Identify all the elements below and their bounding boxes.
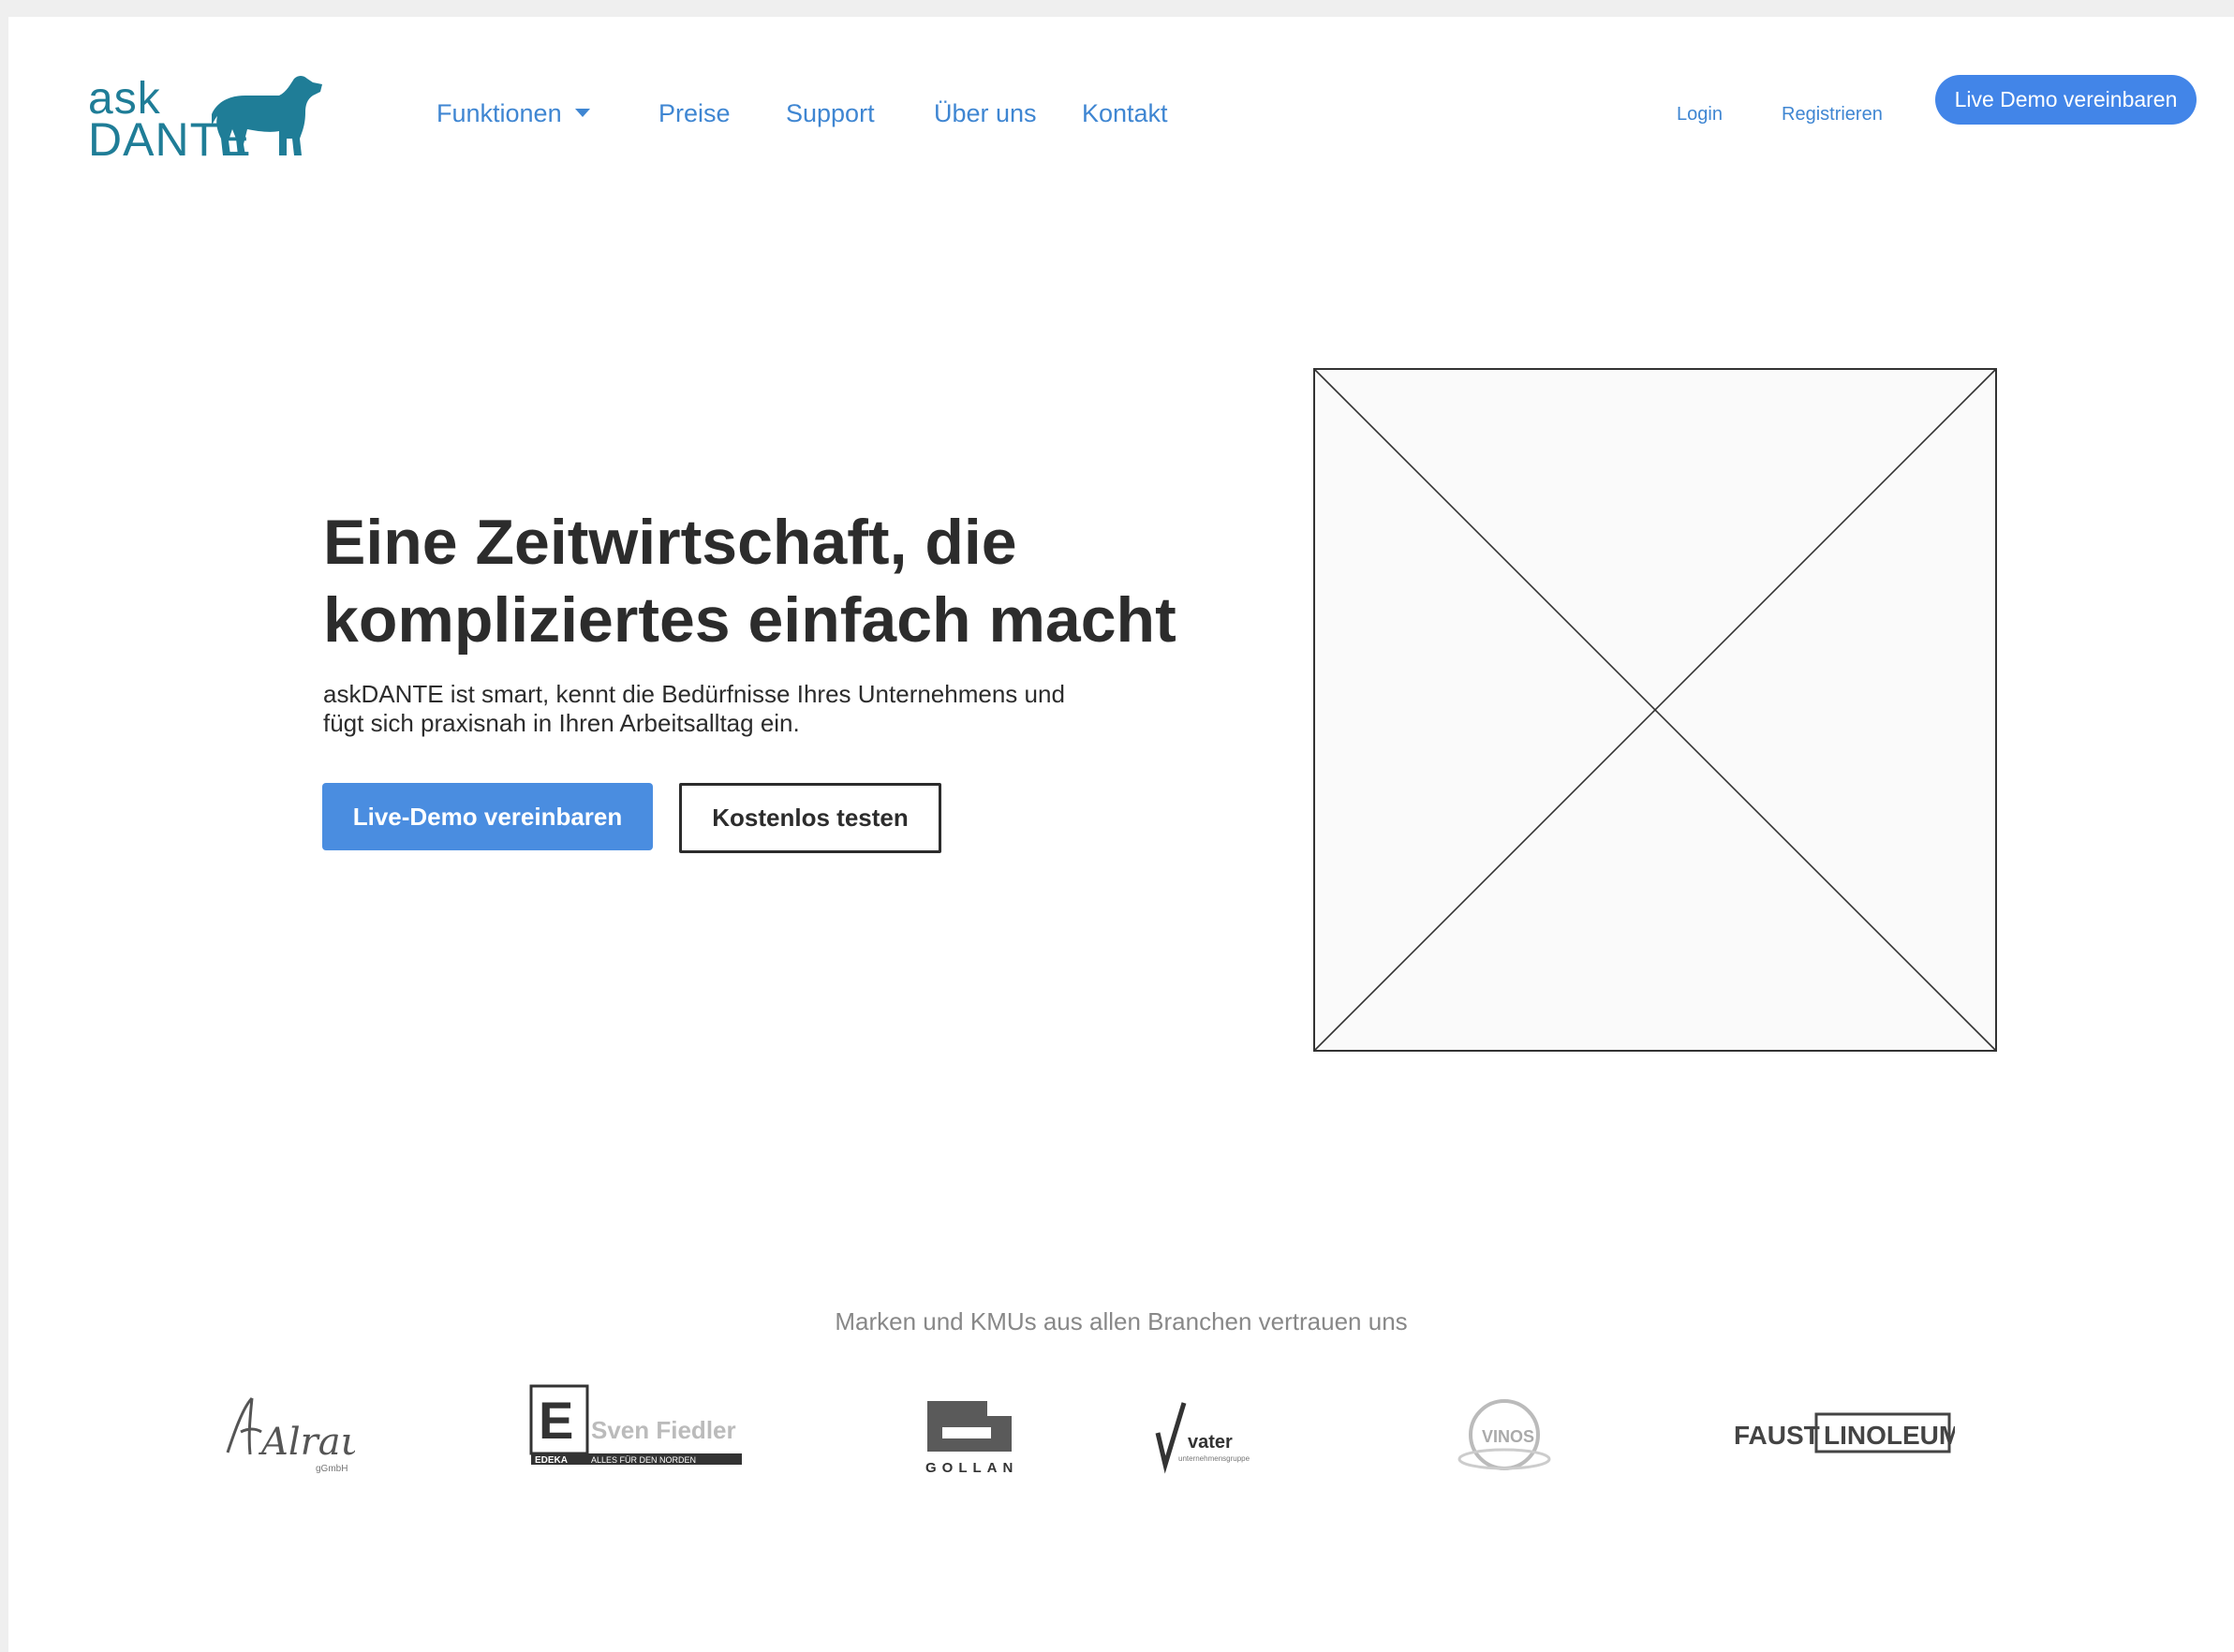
vinos-logo: VINOS	[1457, 1399, 1551, 1470]
nav-label: Funktionen	[436, 99, 562, 127]
trust-caption: Marken und KMUs aus allen Branchen vertr…	[835, 1307, 1408, 1335]
vater-sub: unternehmensgruppe	[1178, 1454, 1250, 1463]
hero-title-line: kompliziertes einfach macht	[323, 584, 1176, 656]
gollan-text: GOLLAN	[925, 1460, 1018, 1476]
login-link[interactable]: Login	[1677, 104, 1723, 125]
nav-item-kontakt[interactable]: Kontakt	[1082, 99, 1168, 128]
alraune-text: Alraune	[258, 1421, 355, 1464]
nav-item-support[interactable]: Support	[786, 99, 875, 128]
edeka-name: Sven Fiedler	[591, 1416, 736, 1444]
hero-title: Eine Zeitwirtschaft, die kompliziertes e…	[323, 504, 1260, 659]
page: ask DANTE Funktionen Preise Support Über…	[8, 17, 2234, 1652]
caret-down-icon	[574, 109, 590, 118]
hero-subtitle-line: askDANTE ist smart, kennt die Bedürfniss…	[323, 680, 1065, 708]
edeka-logo: E EDEKA ALLES FÜR DEN NORDEN Sven Fiedle…	[529, 1384, 742, 1466]
edeka-tag: EDEKA	[535, 1455, 568, 1466]
vater-logo: vater unternehmensgruppe	[1155, 1402, 1250, 1474]
nav-item-preise[interactable]: Preise	[658, 99, 731, 128]
edeka-mark: E	[539, 1391, 573, 1450]
register-link[interactable]: Registrieren	[1782, 104, 1883, 125]
alraune-sub: gGmbH	[316, 1464, 348, 1473]
gollan-logo: GOLLAN	[925, 1401, 1018, 1476]
dog-icon	[212, 76, 322, 155]
vinos-text: VINOS	[1482, 1427, 1534, 1446]
live-demo-button[interactable]: Live-Demo vereinbaren	[322, 783, 653, 850]
faust-text: FAUST	[1734, 1421, 1820, 1450]
nav-item-funktionen[interactable]: Funktionen	[436, 99, 590, 128]
faust-linoleum-logo: FAUST LINOLEUM	[1734, 1412, 1955, 1453]
hero-title-line: Eine Zeitwirtschaft, die	[323, 507, 1017, 578]
live-demo-header-button[interactable]: Live Demo vereinbaren	[1935, 75, 2197, 125]
nav-item-ueber-uns[interactable]: Über uns	[934, 99, 1037, 128]
image-placeholder-icon	[1313, 368, 1997, 1052]
linoleum-text: LINOLEUM	[1824, 1421, 1955, 1450]
edeka-slogan: ALLES FÜR DEN NORDEN	[591, 1455, 696, 1465]
vater-text: vater	[1188, 1432, 1233, 1453]
hero-subtitle: askDANTE ist smart, kennt die Bedürfniss…	[323, 680, 1147, 738]
free-trial-button[interactable]: Kostenlos testen	[679, 783, 941, 853]
askdante-logo[interactable]: ask DANTE	[88, 56, 332, 163]
hero-subtitle-line: fügt sich praxisnah in Ihren Arbeitsallt…	[323, 709, 800, 737]
alraune-logo: Alraune gGmbH	[226, 1396, 355, 1473]
